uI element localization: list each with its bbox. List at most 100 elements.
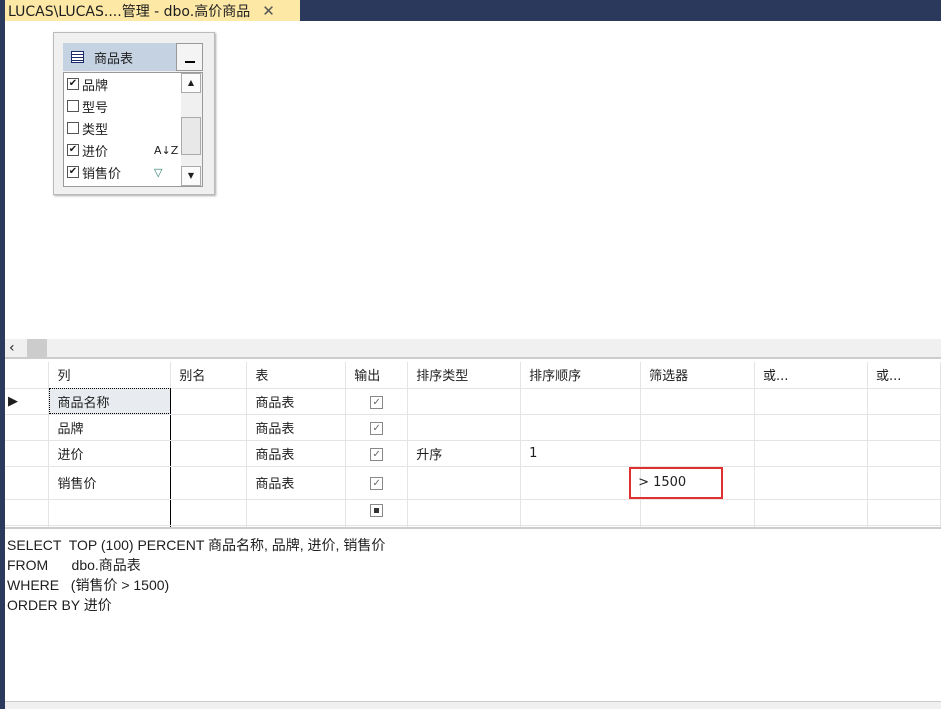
or-cell[interactable]	[754, 388, 868, 415]
document-tab[interactable]: LUCAS\LUCAS....管理 - dbo.高价商品 ✕	[0, 0, 300, 21]
filter-cell[interactable]	[640, 499, 756, 526]
table-cell[interactable]: 商品表	[246, 388, 347, 415]
table-row-new[interactable]	[5, 499, 941, 526]
checkbox[interactable]: ✓	[370, 477, 384, 490]
sort-type-cell[interactable]: 升序	[407, 440, 522, 467]
alias-cell[interactable]	[170, 525, 248, 527]
scroll-down-button[interactable]: ▼	[181, 166, 201, 186]
row-header[interactable]	[5, 525, 50, 527]
output-checkbox[interactable]: ✓	[345, 388, 409, 415]
or-cell[interactable]	[754, 440, 868, 467]
scroll-thumb[interactable]	[181, 117, 201, 155]
table-name: 商品表	[94, 51, 134, 67]
field-list-scrollbar[interactable]: ▲ ▼	[181, 73, 202, 186]
table-cell[interactable]: 商品表	[246, 414, 347, 441]
table-cell[interactable]: 商品表	[246, 466, 347, 500]
sort-order-cell[interactable]	[520, 525, 642, 527]
alias-cell[interactable]	[170, 466, 248, 500]
filter-cell[interactable]	[640, 414, 756, 441]
output-checkbox[interactable]: ✓	[345, 414, 409, 441]
column-cell[interactable]: 销售价	[48, 466, 172, 500]
criteria-grid[interactable]: 列 别名 表 输出 排序类型 排序顺序 筛选器 或... 或... ▶ 商品名称…	[5, 362, 941, 529]
sort-order-cell[interactable]: 1	[520, 440, 642, 467]
or-cell[interactable]	[867, 466, 941, 500]
column-cell[interactable]	[48, 499, 172, 526]
field-label: 型号	[82, 100, 109, 116]
table-widget[interactable]: 商品表 ✔ 品牌 型号 类型 ✔ 进价 A↓Z ✔ 销售价 ▽ ▲ ▼	[53, 32, 215, 195]
header-filter: 筛选器	[640, 362, 756, 389]
or-cell[interactable]	[867, 414, 941, 441]
sql-line: SELECT TOP (100) PERCENT 商品名称, 品牌, 进价, 销…	[7, 537, 386, 553]
output-checkbox[interactable]	[345, 499, 409, 526]
alias-cell[interactable]	[170, 499, 248, 526]
row-header[interactable]	[5, 414, 50, 441]
table-row-new[interactable]	[5, 525, 941, 527]
field-label: 销售价	[82, 166, 122, 182]
horizontal-scrollbar[interactable]: ‹	[5, 339, 941, 359]
column-cell[interactable]: 品牌	[48, 414, 172, 441]
table-row[interactable]: ▶ 商品名称 商品表 ✓	[5, 388, 941, 415]
column-cell[interactable]	[48, 525, 172, 527]
row-header[interactable]	[5, 466, 50, 500]
table-row[interactable]: 销售价 商品表 ✓ > 1500	[5, 466, 941, 500]
sort-type-cell[interactable]	[407, 525, 522, 527]
column-cell[interactable]: 商品名称	[48, 388, 172, 415]
or-cell[interactable]	[867, 440, 941, 467]
row-header[interactable]	[5, 440, 50, 467]
table-cell[interactable]: 商品表	[246, 440, 347, 467]
grid-header-row: 列 别名 表 输出 排序类型 排序顺序 筛选器 或... 或...	[5, 362, 941, 389]
sql-pane[interactable]: SELECT TOP (100) PERCENT 商品名称, 品牌, 进价, 销…	[5, 531, 941, 701]
output-checkbox[interactable]: ✓	[345, 440, 409, 467]
table-row[interactable]: 进价 商品表 ✓ 升序 1	[5, 440, 941, 467]
or-cell[interactable]	[867, 388, 941, 415]
scroll-left-icon[interactable]: ‹	[9, 340, 15, 356]
scroll-up-button[interactable]: ▲	[181, 73, 201, 93]
field-label: 进价	[82, 144, 109, 160]
alias-cell[interactable]	[170, 388, 248, 415]
filter-cell[interactable]: > 1500	[629, 466, 756, 500]
table-row[interactable]: 品牌 商品表 ✓	[5, 414, 941, 441]
filter-value-highlight[interactable]: > 1500	[629, 466, 724, 499]
filter-cell[interactable]	[640, 388, 756, 415]
table-cell[interactable]	[246, 525, 347, 527]
table-widget-header[interactable]: 商品表	[63, 43, 176, 71]
checkbox[interactable]: ✓	[370, 447, 384, 461]
output-checkbox[interactable]: ✓	[345, 466, 409, 500]
or-cell[interactable]	[754, 414, 868, 441]
sort-type-cell[interactable]	[407, 414, 522, 441]
tab-title: LUCAS\LUCAS....管理 - dbo.高价商品	[8, 3, 251, 20]
or-cell[interactable]	[867, 525, 941, 527]
filter-cell[interactable]	[640, 440, 756, 467]
sort-type-cell[interactable]	[407, 466, 522, 500]
diagram-pane[interactable]: 商品表 ✔ 品牌 型号 类型 ✔ 进价 A↓Z ✔ 销售价 ▽ ▲ ▼	[5, 21, 941, 339]
sort-order-cell[interactable]	[520, 466, 642, 500]
or-cell[interactable]	[867, 499, 941, 526]
sort-order-cell[interactable]	[520, 499, 642, 526]
field-checkbox[interactable]: ✔	[67, 144, 79, 156]
field-checkbox[interactable]: ✔	[67, 166, 79, 178]
filter-cell[interactable]	[640, 525, 756, 527]
alias-cell[interactable]	[170, 440, 248, 467]
row-header[interactable]	[5, 499, 50, 526]
sort-type-cell[interactable]	[407, 499, 522, 526]
or-cell[interactable]	[754, 466, 868, 500]
close-icon[interactable]: ✕	[262, 2, 275, 20]
sort-order-cell[interactable]	[520, 414, 642, 441]
field-checkbox[interactable]	[67, 100, 79, 112]
column-cell[interactable]: 进价	[48, 440, 172, 467]
checkbox[interactable]	[370, 503, 384, 517]
alias-cell[interactable]	[170, 414, 248, 441]
sort-order-cell[interactable]	[520, 388, 642, 415]
checkbox[interactable]: ✓	[370, 421, 384, 435]
field-checkbox[interactable]	[67, 122, 79, 134]
sort-type-cell[interactable]	[407, 388, 522, 415]
header-column: 列	[48, 362, 172, 389]
scroll-thumb[interactable]	[27, 339, 47, 357]
or-cell[interactable]	[754, 525, 868, 527]
output-checkbox[interactable]	[345, 525, 409, 527]
field-checkbox[interactable]: ✔	[67, 78, 79, 90]
table-cell[interactable]	[246, 499, 347, 526]
checkbox[interactable]: ✓	[370, 395, 384, 409]
minimize-button[interactable]	[176, 43, 203, 71]
or-cell[interactable]	[754, 499, 868, 526]
